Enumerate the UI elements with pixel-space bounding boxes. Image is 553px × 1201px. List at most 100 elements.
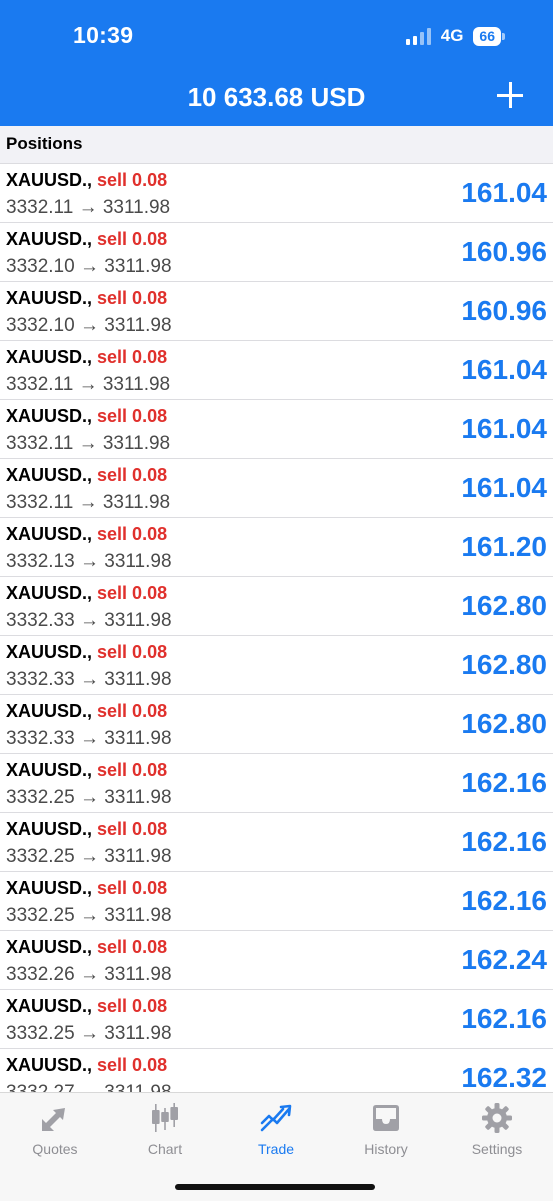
position-symbol: XAUUSD.,: [6, 760, 93, 780]
position-profit: 162.16: [461, 1003, 547, 1034]
tab-quotes[interactable]: Quotes: [5, 1101, 105, 1157]
cellular-signal-icon: [405, 27, 431, 45]
position-symbol: XAUUSD.,: [6, 465, 93, 485]
new-order-plus-button[interactable]: [497, 80, 527, 110]
position-side-volume: sell 0.08: [97, 524, 168, 544]
position-title: XAUUSD., sell 0.08: [6, 760, 167, 781]
position-side-volume: sell 0.08: [97, 170, 168, 190]
position-title: XAUUSD., sell 0.08: [6, 170, 167, 191]
current-price: 3311.98: [104, 551, 172, 572]
position-row[interactable]: XAUUSD., sell 0.08 3332.33 → 3311.98 162.8…: [0, 636, 553, 695]
open-price: 3332.11: [6, 374, 74, 395]
arrow-icon: →: [79, 1023, 99, 1044]
position-symbol: XAUUSD.,: [6, 819, 93, 839]
position-side-volume: sell 0.08: [97, 996, 168, 1016]
position-profit: 161.04: [461, 413, 547, 444]
arrow-icon: →: [79, 669, 99, 690]
open-price: 3332.33: [6, 728, 75, 749]
position-row[interactable]: XAUUSD., sell 0.08 3332.13 → 3311.98 161.2…: [0, 518, 553, 577]
positions-section-header: Positions: [0, 126, 553, 164]
position-profit: 161.04: [461, 472, 547, 503]
tab-chart[interactable]: Chart: [115, 1101, 215, 1157]
position-prices: 3332.11 → 3311.98: [6, 433, 170, 455]
position-row[interactable]: XAUUSD., sell 0.08 3332.25 → 3311.98 162.1…: [0, 754, 553, 813]
arrow-icon: →: [79, 787, 99, 808]
position-symbol: XAUUSD.,: [6, 996, 93, 1016]
open-price: 3332.11: [6, 433, 74, 454]
position-profit: 162.32: [461, 1062, 547, 1093]
current-price: 3311.98: [104, 964, 172, 985]
position-row[interactable]: XAUUSD., sell 0.08 3332.25 → 3311.98 162.1…: [0, 990, 553, 1049]
open-price: 3332.33: [6, 610, 75, 631]
position-row[interactable]: XAUUSD., sell 0.08 3332.26 → 3311.98 162.2…: [0, 931, 553, 990]
position-profit: 162.24: [461, 944, 547, 975]
arrow-icon: →: [79, 551, 99, 572]
open-price: 3332.11: [6, 492, 74, 513]
open-price: 3332.11: [6, 197, 74, 218]
position-symbol: XAUUSD.,: [6, 229, 93, 249]
position-symbol: XAUUSD.,: [6, 583, 93, 603]
position-row[interactable]: XAUUSD., sell 0.08 3332.10 → 3311.98 160.9…: [0, 282, 553, 341]
arrow-icon: →: [78, 374, 98, 395]
position-title: XAUUSD., sell 0.08: [6, 819, 167, 840]
position-profit: 162.80: [461, 590, 547, 621]
position-row[interactable]: XAUUSD., sell 0.08 3332.11 → 3311.98 161.0…: [0, 341, 553, 400]
position-title: XAUUSD., sell 0.08: [6, 701, 167, 722]
position-side-volume: sell 0.08: [97, 406, 168, 426]
position-title: XAUUSD., sell 0.08: [6, 288, 167, 309]
position-side-volume: sell 0.08: [97, 465, 168, 485]
account-balance: 10 633.68 USD: [187, 82, 366, 112]
arrow-icon: →: [79, 964, 99, 985]
position-profit: 162.16: [461, 767, 547, 798]
position-row[interactable]: XAUUSD., sell 0.08 3332.10 → 3311.98 160.9…: [0, 223, 553, 282]
tab-trade[interactable]: Trade: [226, 1101, 326, 1157]
position-side-volume: sell 0.08: [97, 642, 168, 662]
current-price: 3311.98: [104, 1023, 172, 1044]
open-price: 3332.33: [6, 669, 75, 690]
current-price: 3311.98: [102, 492, 171, 513]
open-price: 3332.25: [6, 1023, 75, 1044]
current-price: 3311.98: [102, 374, 171, 395]
arrow-icon: →: [79, 315, 99, 336]
arrow-icon: →: [78, 433, 98, 454]
position-side-volume: sell 0.08: [97, 229, 168, 249]
open-price: 3332.13: [6, 551, 75, 572]
position-prices: 3332.26 → 3311.98: [6, 964, 172, 986]
position-profit: 160.96: [461, 236, 547, 267]
current-price: 3311.98: [104, 669, 172, 690]
position-prices: 3332.33 → 3311.98: [6, 728, 172, 750]
position-prices: 3332.25 → 3311.98: [6, 1023, 172, 1045]
position-row[interactable]: XAUUSD., sell 0.08 3332.25 → 3311.98 162.1…: [0, 872, 553, 931]
position-symbol: XAUUSD.,: [6, 642, 93, 662]
tab-history-label: History: [364, 1141, 408, 1157]
position-profit: 162.16: [461, 885, 547, 916]
home-indicator: [175, 1184, 375, 1190]
arrow-icon: →: [79, 256, 99, 277]
position-row[interactable]: XAUUSD., sell 0.08 3332.11 → 3311.98 161.0…: [0, 400, 553, 459]
position-row[interactable]: XAUUSD., sell 0.08 3332.11 → 3311.98 161.0…: [0, 459, 553, 518]
position-row[interactable]: XAUUSD., sell 0.08 3332.11 → 3311.98 161.0…: [0, 164, 553, 223]
tab-quotes-label: Quotes: [32, 1141, 78, 1157]
position-title: XAUUSD., sell 0.08: [6, 642, 167, 663]
tab-settings[interactable]: Settings: [447, 1101, 547, 1157]
position-row[interactable]: XAUUSD., sell 0.08 3332.25 → 3311.98 162.1…: [0, 813, 553, 872]
position-row[interactable]: XAUUSD., sell 0.08 3332.33 → 3311.98 162.8…: [0, 695, 553, 754]
position-symbol: XAUUSD.,: [6, 937, 93, 957]
position-title: XAUUSD., sell 0.08: [6, 229, 167, 250]
position-row[interactable]: XAUUSD., sell 0.08 3332.33 → 3311.98 162.8…: [0, 577, 553, 636]
position-profit: 162.80: [461, 708, 547, 739]
position-side-volume: sell 0.08: [97, 819, 168, 839]
tab-history[interactable]: History: [336, 1101, 436, 1157]
position-side-volume: sell 0.08: [97, 583, 168, 603]
position-profit: 162.80: [461, 649, 547, 680]
positions-list: XAUUSD., sell 0.08 3332.11 → 3311.98 161.0…: [0, 164, 553, 1108]
position-side-volume: sell 0.08: [97, 937, 168, 957]
open-price: 3332.26: [6, 964, 75, 985]
position-prices: 3332.33 → 3311.98: [6, 669, 172, 691]
quotes-icon: [42, 1108, 65, 1131]
position-symbol: XAUUSD.,: [6, 170, 93, 190]
trade-trend-icon: [260, 1104, 292, 1132]
open-price: 3332.25: [6, 905, 75, 926]
position-title: XAUUSD., sell 0.08: [6, 937, 167, 958]
gear-icon: [482, 1103, 512, 1133]
